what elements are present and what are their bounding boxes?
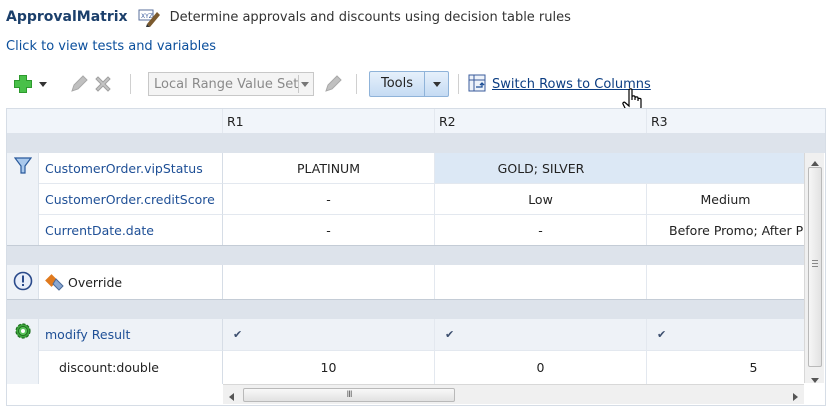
tools-menu-button[interactable]: Tools [369, 71, 449, 97]
rule-column-header[interactable]: R3 [647, 109, 825, 133]
scroll-down-icon[interactable] [810, 372, 820, 387]
corner-header [7, 109, 223, 133]
action-label[interactable]: modify Result [39, 319, 223, 351]
rule-column-header[interactable]: R1 [223, 109, 435, 133]
tools-label: Tools [370, 72, 425, 96]
scroll-right-icon[interactable] [791, 390, 799, 405]
gear-icon [13, 321, 33, 344]
vertical-scroll-thumb[interactable] [808, 167, 822, 367]
toolbar-separator [130, 74, 131, 94]
ruleset-title: ApprovalMatrix [6, 9, 128, 25]
override-gutter [7, 265, 39, 299]
rule-column-label: R2 [439, 113, 456, 129]
svg-text:XYZ: XYZ [141, 13, 153, 20]
action-checkbox[interactable]: ✔ [647, 319, 804, 351]
edit-range-pencil-icon[interactable] [322, 72, 344, 96]
condition-cell-selected[interactable]: GOLD; SILVER [435, 153, 647, 184]
condition-cell[interactable]: - [223, 184, 435, 215]
rule-column-label: R1 [227, 113, 244, 129]
actions-section-band [7, 299, 804, 319]
filter-icon [13, 157, 32, 178]
condition-label[interactable]: CustomerOrder.vipStatus [39, 153, 223, 184]
override-label: Override [68, 274, 123, 290]
condition-cell[interactable]: - [223, 215, 435, 245]
edit-description-icon[interactable]: XYZ [138, 6, 162, 28]
horizontal-scroll-thumb[interactable]: III [243, 388, 455, 402]
switch-orientation-icon [468, 74, 486, 95]
toolbar-separator [356, 74, 357, 94]
condition-cell[interactable]: Low [435, 184, 647, 215]
chevron-down-icon[interactable] [298, 75, 311, 93]
toolbar: Local Range Value Set Tools Switch Rows … [12, 70, 812, 98]
override-section-band [7, 245, 804, 265]
vertical-scrollbar[interactable] [804, 153, 824, 383]
action-checkbox[interactable]: ✔ [223, 319, 435, 351]
actions-gutter [7, 319, 39, 384]
toolbar-separator [458, 74, 459, 94]
override-cell[interactable] [647, 265, 804, 299]
override-label-cell[interactable]: Override [39, 265, 223, 299]
view-tests-link[interactable]: Click to view tests and variables [6, 39, 216, 54]
condition-cell[interactable] [647, 153, 804, 184]
range-value-set-value: Local Range Value Set [154, 76, 299, 92]
override-cell[interactable] [435, 265, 647, 299]
condition-cell[interactable]: PLATINUM [223, 153, 435, 184]
decision-table: R1 R2 R3 CustomerOrder.vipStatus PLATINU… [6, 108, 826, 406]
range-value-set-select[interactable]: Local Range Value Set [148, 72, 314, 96]
horizontal-scrollbar[interactable]: III [223, 384, 804, 404]
condition-cell[interactable]: Medium [647, 184, 804, 215]
condition-label[interactable]: CurrentDate.date [39, 215, 223, 245]
rule-column-label: R3 [651, 113, 668, 129]
scroll-left-icon[interactable] [228, 390, 236, 405]
action-param-label: discount:double [39, 351, 223, 384]
override-cell[interactable] [223, 265, 435, 299]
conditions-section-band [7, 133, 825, 153]
action-checkbox[interactable]: ✔ [435, 319, 647, 351]
add-icon[interactable] [12, 72, 34, 96]
action-param-cell[interactable]: 5 [647, 351, 804, 384]
condition-cell[interactable]: - [435, 215, 647, 245]
conditions-gutter [7, 153, 39, 245]
action-param-cell[interactable]: 0 [435, 351, 647, 384]
delete-icon[interactable] [92, 72, 114, 96]
add-dropdown-chevron-icon[interactable] [36, 72, 50, 96]
info-alert-icon [13, 271, 33, 294]
scroll-grip: III [346, 390, 353, 400]
title-bar: ApprovalMatrix XYZ Determine approvals a… [6, 4, 571, 30]
rule-column-header[interactable]: R2 [435, 109, 647, 133]
condition-cell[interactable]: Before Promo; After Pr [647, 215, 804, 245]
tools-chevron-down-icon[interactable] [425, 80, 448, 88]
ruleset-description: Determine approvals and discounts using … [169, 9, 571, 25]
action-param-cell[interactable]: 10 [223, 351, 435, 384]
condition-label[interactable]: CustomerOrder.creditScore [39, 184, 223, 215]
override-icon [45, 273, 65, 291]
edit-pencil-icon[interactable] [68, 72, 90, 96]
